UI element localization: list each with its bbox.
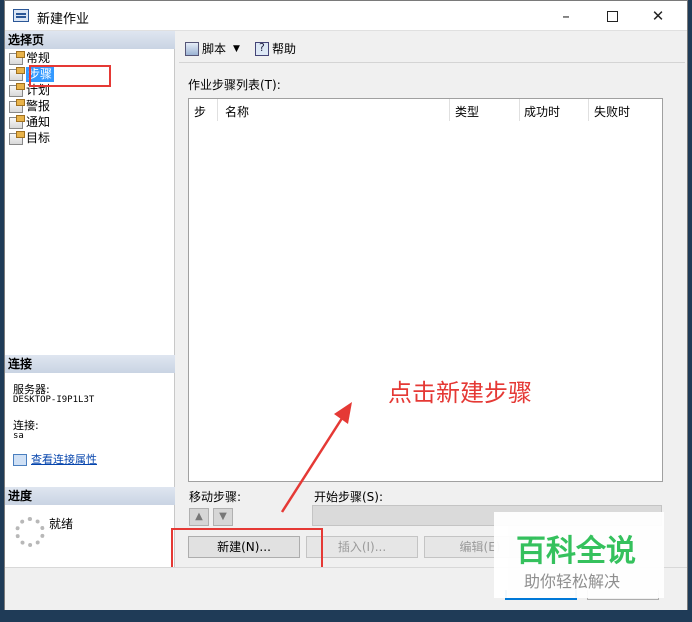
connection-value: sa (13, 431, 24, 441)
page-label: 警报 (26, 99, 51, 113)
job-step-list-caption: 作业步骤列表(T): (188, 78, 281, 92)
script-label: 脚本 (202, 42, 227, 56)
progress-header: 进度 (5, 487, 175, 505)
page-icon (9, 130, 25, 145)
view-connection-properties[interactable]: 查看连接属性 (13, 451, 97, 467)
page-icon (9, 50, 25, 65)
annotation-arrow-head (334, 402, 352, 424)
column-header-on-success[interactable]: 成功时 (524, 103, 560, 120)
column-divider (449, 99, 450, 121)
title-bar: 新建作业 – ✕ (5, 1, 687, 31)
connection-properties-icon (13, 454, 27, 466)
toolbar: 脚本 ▼ 帮助 (179, 33, 685, 63)
page-icon (9, 98, 25, 113)
connection-header: 连接 (5, 355, 175, 373)
view-connection-properties-link[interactable]: 查看连接属性 (31, 453, 97, 466)
script-button[interactable]: 脚本 ▼ (185, 40, 240, 57)
page-item-general[interactable]: 常规 (9, 50, 51, 66)
page-label: 通知 (26, 115, 51, 129)
move-up-button[interactable]: ▲ (189, 508, 209, 526)
job-step-list[interactable]: 步 名称 类型 成功时 失败时 (188, 98, 663, 482)
help-button[interactable]: 帮助 (255, 40, 296, 57)
progress-spinner-icon (15, 517, 45, 547)
page-item-notifications[interactable]: 通知 (9, 114, 51, 130)
steps-highlight-box (29, 65, 111, 87)
app-icon (13, 9, 29, 22)
watermark: 百科全说 助你轻松解决 (494, 512, 664, 598)
help-icon (255, 41, 269, 56)
select-page-header: 选择页 (5, 31, 175, 49)
page-item-alerts[interactable]: 警报 (9, 98, 51, 114)
help-label: 帮助 (272, 42, 297, 56)
move-step-label: 移动步骤: (189, 490, 242, 504)
move-down-button[interactable]: ▼ (213, 508, 233, 526)
watermark-title: 百科全说 (516, 534, 636, 569)
page-label: 常规 (26, 51, 51, 65)
annotation-text: 点击新建步骤 (388, 379, 532, 407)
annotation-arrow-icon (280, 402, 352, 513)
script-icon (185, 41, 199, 56)
column-divider (519, 99, 520, 121)
chevron-down-icon[interactable]: ▼ (233, 44, 240, 54)
column-divider (588, 99, 589, 121)
page-label: 目标 (26, 131, 51, 145)
page-item-targets[interactable]: 目标 (9, 130, 51, 146)
column-header-on-failure[interactable]: 失败时 (594, 103, 630, 120)
column-header-name[interactable]: 名称 (225, 103, 249, 120)
progress-status: 就绪 (49, 517, 74, 531)
annotation-arrow-line (280, 411, 348, 513)
watermark-subtitle: 助你轻松解决 (524, 572, 621, 591)
column-header-step[interactable]: 步 (194, 103, 206, 120)
server-value: DESKTOP-I9P1L3T (13, 395, 95, 405)
maximize-button[interactable] (589, 1, 635, 31)
page-icon (9, 82, 25, 97)
page-icon (9, 114, 25, 129)
toolbar-divider (179, 62, 685, 63)
minimize-button[interactable]: – (543, 1, 589, 31)
maximize-icon (606, 11, 618, 22)
column-divider (217, 99, 218, 121)
page-icon (9, 66, 25, 81)
window-title: 新建作业 (37, 12, 90, 27)
column-header-type[interactable]: 类型 (455, 103, 479, 120)
close-button[interactable]: ✕ (635, 1, 681, 31)
left-pane: 选择页 常规 步骤 计划 警报 通知 目标 连接 服务器: DESKTOP-I9… (5, 31, 175, 568)
